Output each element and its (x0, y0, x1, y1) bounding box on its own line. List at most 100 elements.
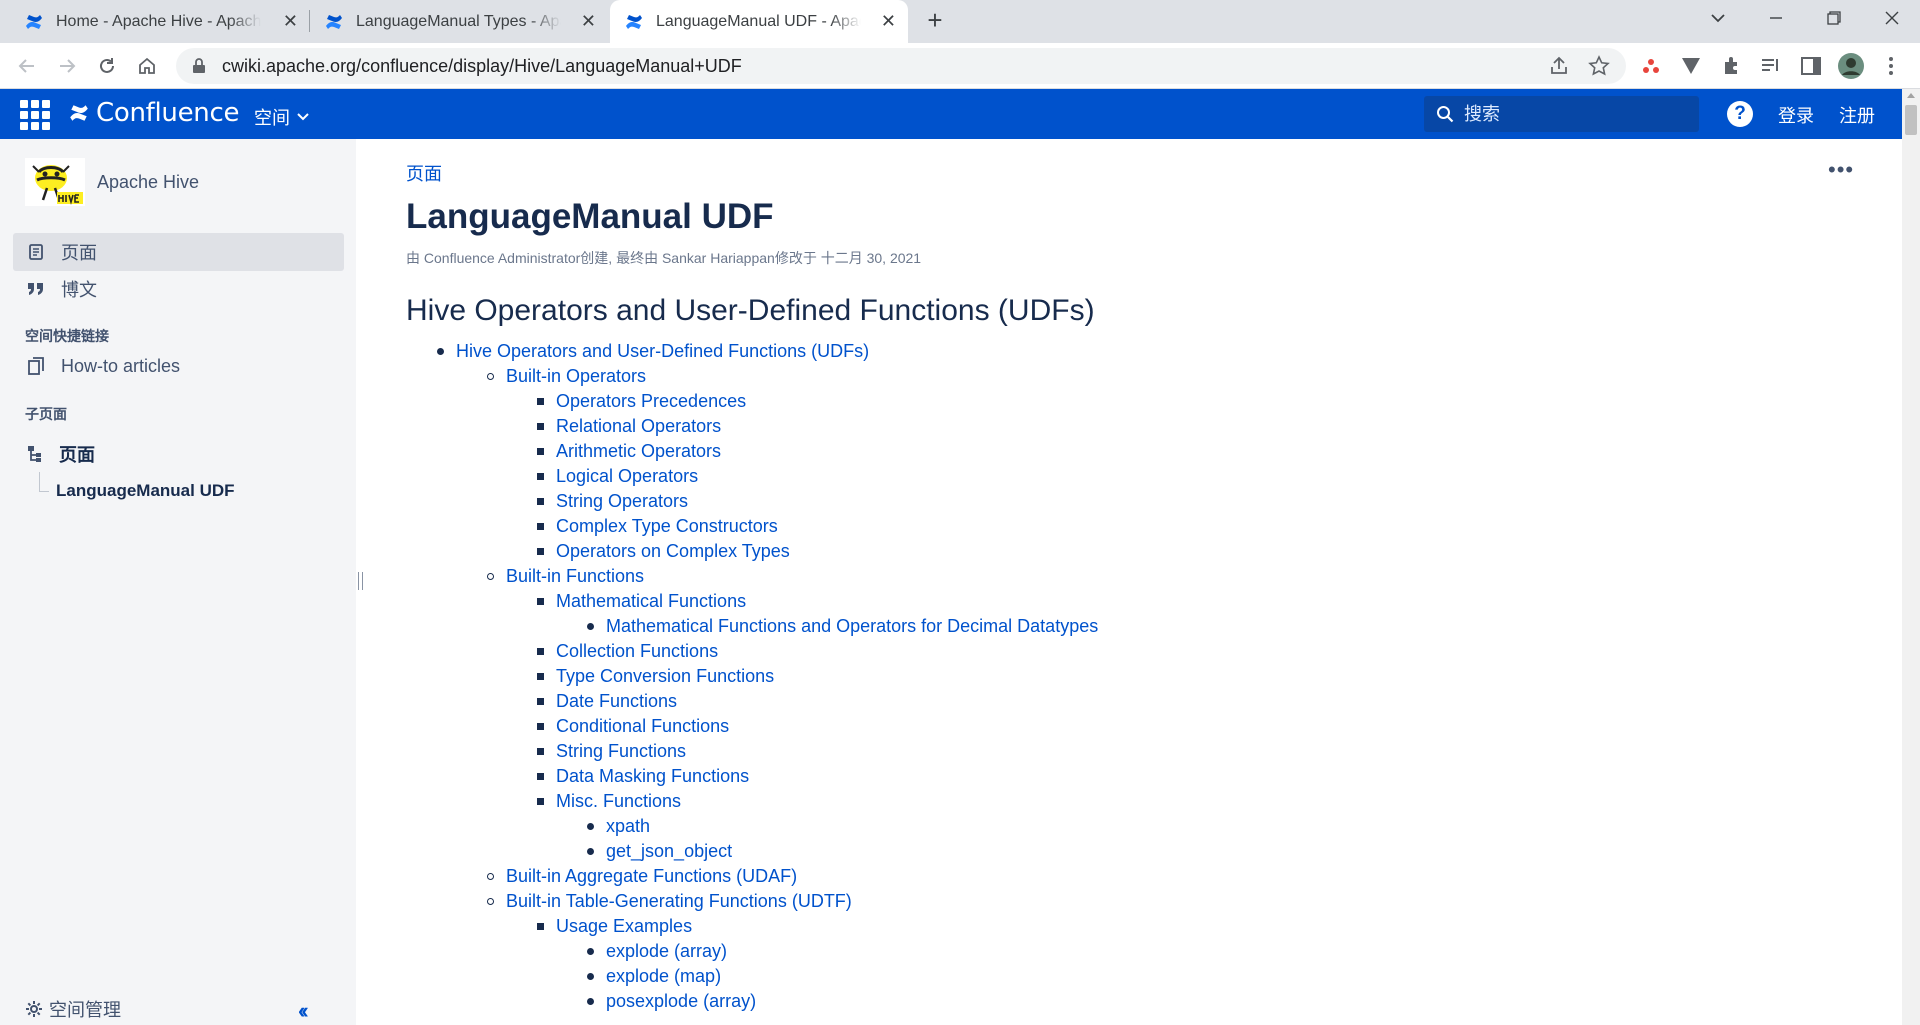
reload-button[interactable] (92, 51, 122, 81)
browser-tab-udf[interactable]: LanguageManual UDF - Apache Hive - Apach… (610, 0, 908, 43)
toc-link[interactable]: Mathematical Functions (537, 589, 746, 614)
confluence-favicon-icon (626, 14, 642, 29)
extension-red-icon[interactable] (1638, 53, 1664, 79)
page-title: LanguageManual UDF (406, 197, 774, 236)
toc-link[interactable]: Data Masking Functions (537, 764, 749, 789)
scroll-up-arrow-icon[interactable] (1907, 93, 1915, 98)
scrollbar-thumb[interactable] (1905, 105, 1917, 135)
toc-link[interactable]: String Operators (537, 489, 688, 514)
browser-tab-types[interactable]: LanguageManual Types - Apache Hive - Apa… (310, 0, 608, 43)
side-panel-icon[interactable] (1798, 53, 1824, 79)
home-button[interactable] (132, 51, 162, 81)
collapse-sidebar-icon[interactable]: ‹‹ (298, 998, 308, 1024)
sidebar-item-pages[interactable]: 页面 (13, 233, 344, 271)
new-tab-button[interactable]: + (920, 6, 950, 36)
search-input[interactable] (1464, 103, 1684, 125)
toc-link[interactable]: Mathematical Functions and Operators for… (587, 614, 1099, 639)
page-tree-root[interactable]: 页面 (27, 441, 95, 467)
toc-link[interactable]: Usage Examples (537, 914, 692, 939)
extension-v-icon[interactable] (1678, 53, 1704, 79)
toc-link[interactable]: Operators on Complex Types (537, 539, 790, 564)
toc-link[interactable]: Type Conversion Functions (537, 664, 775, 689)
minimize-button[interactable] (1748, 0, 1804, 36)
help-button[interactable]: ? (1727, 101, 1753, 127)
toc-link[interactable]: Built-in Aggregate Functions (UDAF) (487, 864, 797, 889)
toc-link[interactable]: Date Functions (537, 689, 677, 714)
breadcrumb[interactable]: 页面 (406, 160, 442, 186)
profile-avatar[interactable] (1838, 53, 1864, 79)
toc-link[interactable]: Conditional Functions (537, 714, 729, 739)
toc-link[interactable]: Arithmetic Operators (537, 439, 721, 464)
confluence-logo[interactable]: Confluence (68, 98, 239, 128)
toc-link[interactable]: Hive Operators and User-Defined Function… (437, 339, 869, 364)
toc-link[interactable]: Built-in Operators (487, 364, 646, 389)
close-window-button[interactable] (1864, 0, 1920, 36)
toc-link[interactable]: get_json_object (587, 839, 732, 864)
signup-link[interactable]: 注册 (1839, 102, 1875, 128)
restore-button[interactable] (1806, 0, 1862, 36)
toc-link-text: Operators Precedences (556, 391, 747, 411)
sidebar-item-label: 页面 (61, 243, 97, 263)
list-bullet-icon (537, 473, 544, 480)
tab-title: Home - Apache Hive - Apache Software Fou… (56, 12, 261, 30)
reading-list-icon[interactable] (1758, 53, 1784, 79)
close-tab-icon[interactable]: ✕ (881, 12, 896, 30)
space-name: Apache Hive (97, 171, 200, 192)
list-bullet-icon (487, 373, 494, 380)
close-tab-icon[interactable]: ✕ (581, 12, 596, 30)
extensions-puzzle-icon[interactable] (1718, 53, 1744, 79)
search-box[interactable] (1424, 96, 1699, 132)
toc-link[interactable]: Operators Precedences (537, 389, 747, 414)
sidebar-item-label: How-to articles (61, 355, 181, 376)
toc-link[interactable]: posexplode (array) (587, 989, 756, 1014)
sidebar-resize-handle[interactable] (358, 572, 363, 590)
list-bullet-icon (537, 548, 544, 555)
toc-link-text: Type Conversion Functions (556, 666, 775, 686)
list-bullet-icon (587, 948, 594, 955)
tab-search-button[interactable] (1690, 0, 1746, 36)
toc-link-text: Mathematical Functions and Operators for… (606, 616, 1099, 636)
page-tree-item-current[interactable]: LanguageManual UDF (56, 481, 235, 501)
toc-link-text: Built-in Functions (506, 566, 645, 586)
bookmark-star-icon[interactable] (1588, 55, 1610, 77)
toc-link-text: String Functions (556, 741, 687, 761)
list-bullet-icon (537, 398, 544, 405)
toc-link[interactable]: Built-in Functions (487, 564, 645, 589)
close-tab-icon[interactable]: ✕ (283, 12, 298, 30)
space-tools-button[interactable]: 空间管理 (25, 996, 121, 1022)
toc-link[interactable]: Misc. Functions (537, 789, 681, 814)
toc-link[interactable]: xpath (587, 814, 650, 839)
toc-link[interactable]: Collection Functions (537, 639, 718, 664)
browser-menu-icon[interactable] (1878, 53, 1904, 79)
share-icon[interactable] (1548, 55, 1570, 77)
list-bullet-icon (537, 598, 544, 605)
sidebar-item-blog[interactable]: 博文 (13, 270, 344, 308)
list-bullet-icon (537, 523, 544, 530)
toc-link-text: Complex Type Constructors (556, 516, 778, 536)
toc-link[interactable]: explode (map) (587, 964, 721, 989)
app-switcher-icon[interactable] (20, 100, 50, 130)
toc-link[interactable]: Logical Operators (537, 464, 698, 489)
toc-link-text: explode (array) (606, 941, 728, 961)
more-actions-icon[interactable]: ••• (1828, 157, 1854, 183)
spaces-menu[interactable]: 空间 (254, 104, 310, 130)
toc-link[interactable]: Relational Operators (537, 414, 722, 439)
login-link[interactable]: 登录 (1778, 102, 1814, 128)
page-scrollbar[interactable] (1902, 89, 1920, 1025)
back-button[interactable] (12, 51, 42, 81)
toc-link[interactable]: Complex Type Constructors (537, 514, 778, 539)
tab-title: LanguageManual UDF - Apache Hive - Apach… (656, 12, 861, 30)
address-bar[interactable]: cwiki.apache.org/confluence/display/Hive… (176, 48, 1626, 84)
copy-pages-icon (27, 357, 45, 375)
sidebar-item-how-to[interactable]: How-to articles (13, 347, 344, 385)
search-icon (1437, 106, 1454, 123)
toc-link[interactable]: String Functions (537, 739, 687, 764)
toc-link-text: Relational Operators (556, 416, 722, 436)
list-bullet-icon (437, 348, 444, 355)
toc-link[interactable]: explode (array) (587, 939, 728, 964)
forward-button[interactable] (52, 51, 82, 81)
toc-link[interactable]: Built-in Table-Generating Functions (UDT… (487, 889, 852, 914)
list-bullet-icon (587, 848, 594, 855)
browser-tab-home[interactable]: Home - Apache Hive - Apache Software Fou… (10, 0, 310, 43)
space-header[interactable]: Apache Hive (25, 158, 199, 206)
